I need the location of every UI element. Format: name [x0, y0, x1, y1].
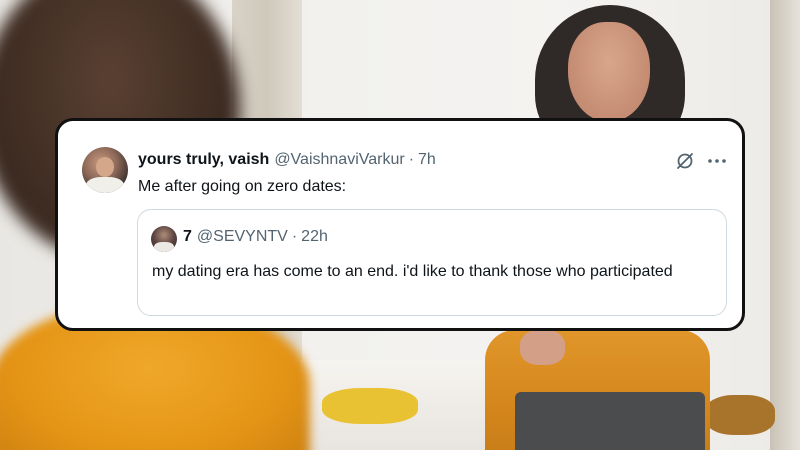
yellow-pillow: [322, 388, 418, 424]
quoted-avatar[interactable]: [151, 226, 177, 252]
tweet-header: yours truly, vaish @VaishnaviVarkur · 7h: [138, 151, 436, 171]
reflection-face: [568, 22, 650, 122]
avatar[interactable]: [82, 147, 128, 193]
quoted-tweet-text: my dating era has come to an end. i'd li…: [152, 263, 673, 280]
reflection-hand: [520, 330, 565, 365]
meme-image: yours truly, vaish @VaishnaviVarkur · 7h…: [0, 0, 800, 450]
display-name[interactable]: yours truly, vaish: [138, 151, 269, 169]
tweet-text: Me after going on zero dates:: [138, 178, 347, 195]
separator-dot: ·: [408, 151, 415, 168]
grok-icon[interactable]: [675, 151, 695, 171]
more-icon[interactable]: [706, 151, 728, 171]
user-handle[interactable]: @VaishnaviVarkur: [274, 151, 404, 169]
quoted-tweet-header: 7 @SEVYNTV · 22h: [183, 228, 328, 246]
quoted-user-handle[interactable]: @SEVYNTV: [197, 228, 288, 246]
quoted-display-name[interactable]: 7: [183, 228, 192, 246]
timestamp[interactable]: 7h: [418, 151, 436, 169]
quoted-separator-dot: ·: [291, 228, 298, 245]
quoted-tweet[interactable]: 7 @SEVYNTV · 22h my dating era has come …: [137, 209, 727, 316]
clothes-pile: [705, 395, 775, 435]
mirror-frame-right: [770, 0, 800, 450]
reflection-shirt: [515, 392, 705, 450]
tweet-card[interactable]: yours truly, vaish @VaishnaviVarkur · 7h…: [55, 118, 745, 331]
quoted-timestamp[interactable]: 22h: [301, 228, 328, 246]
